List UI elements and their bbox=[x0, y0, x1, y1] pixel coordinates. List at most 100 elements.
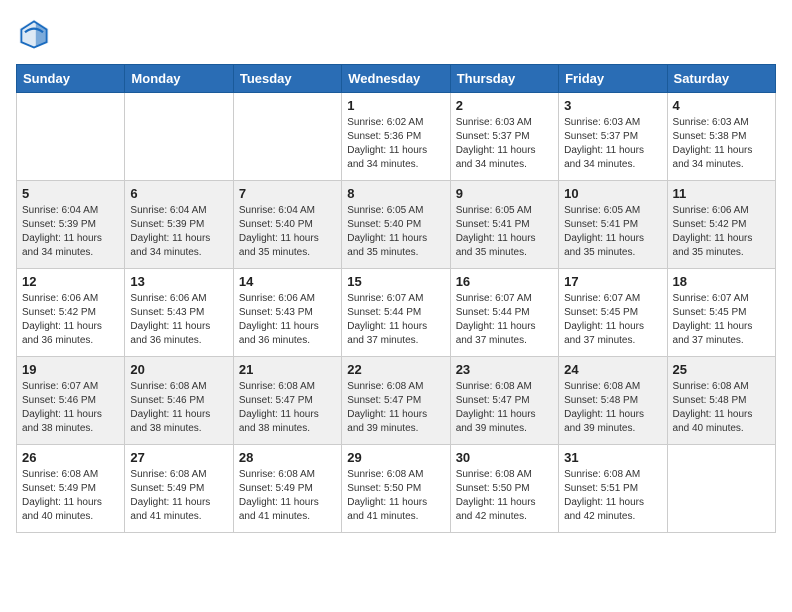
calendar-cell: 5 Sunrise: 6:04 AM Sunset: 5:39 PM Daylig… bbox=[17, 181, 125, 269]
calendar-cell: 12 Sunrise: 6:06 AM Sunset: 5:42 PM Dayli… bbox=[17, 269, 125, 357]
day-info: Sunrise: 6:08 AM Sunset: 5:50 PM Dayligh… bbox=[456, 468, 553, 524]
calendar-cell: 16 Sunrise: 6:07 AM Sunset: 5:44 PM Dayli… bbox=[450, 269, 558, 357]
day-number: 10 bbox=[564, 186, 661, 201]
weekday-header-wednesday: Wednesday bbox=[342, 65, 450, 93]
day-info: Sunrise: 6:07 AM Sunset: 5:45 PM Dayligh… bbox=[673, 292, 770, 348]
day-number: 15 bbox=[347, 274, 444, 289]
weekday-header-thursday: Thursday bbox=[450, 65, 558, 93]
weekday-header-monday: Monday bbox=[125, 65, 233, 93]
day-info: Sunrise: 6:07 AM Sunset: 5:46 PM Dayligh… bbox=[22, 380, 119, 436]
calendar-cell bbox=[17, 93, 125, 181]
day-info: Sunrise: 6:06 AM Sunset: 5:43 PM Dayligh… bbox=[130, 292, 227, 348]
weekday-header-row: SundayMondayTuesdayWednesdayThursdayFrid… bbox=[17, 65, 776, 93]
day-number: 3 bbox=[564, 98, 661, 113]
day-number: 18 bbox=[673, 274, 770, 289]
calendar-cell: 9 Sunrise: 6:05 AM Sunset: 5:41 PM Daylig… bbox=[450, 181, 558, 269]
calendar-cell: 18 Sunrise: 6:07 AM Sunset: 5:45 PM Dayli… bbox=[667, 269, 775, 357]
day-number: 20 bbox=[130, 362, 227, 377]
day-info: Sunrise: 6:08 AM Sunset: 5:48 PM Dayligh… bbox=[673, 380, 770, 436]
day-info: Sunrise: 6:08 AM Sunset: 5:49 PM Dayligh… bbox=[22, 468, 119, 524]
calendar-cell: 13 Sunrise: 6:06 AM Sunset: 5:43 PM Dayli… bbox=[125, 269, 233, 357]
calendar-cell: 6 Sunrise: 6:04 AM Sunset: 5:39 PM Daylig… bbox=[125, 181, 233, 269]
calendar-cell bbox=[125, 93, 233, 181]
weekday-header-tuesday: Tuesday bbox=[233, 65, 341, 93]
calendar-cell: 11 Sunrise: 6:06 AM Sunset: 5:42 PM Dayli… bbox=[667, 181, 775, 269]
calendar-cell: 22Sunrise: 6:08 AM Sunset: 5:47 PM Dayli… bbox=[342, 357, 450, 445]
day-info: Sunrise: 6:06 AM Sunset: 5:42 PM Dayligh… bbox=[673, 204, 770, 260]
day-number: 7 bbox=[239, 186, 336, 201]
calendar-cell: 24 Sunrise: 6:08 AM Sunset: 5:48 PM Dayli… bbox=[559, 357, 667, 445]
day-info: Sunrise: 6:04 AM Sunset: 5:40 PM Dayligh… bbox=[239, 204, 336, 260]
weekday-header-saturday: Saturday bbox=[667, 65, 775, 93]
day-info: Sunrise: 6:08 AM Sunset: 5:49 PM Dayligh… bbox=[239, 468, 336, 524]
day-number: 4 bbox=[673, 98, 770, 113]
calendar-week-1: 1 Sunrise: 6:02 AM Sunset: 5:36 PM Daylig… bbox=[17, 93, 776, 181]
day-info: Sunrise: 6:08 AM Sunset: 5:50 PM Dayligh… bbox=[347, 468, 444, 524]
day-info: Sunrise: 6:04 AM Sunset: 5:39 PM Dayligh… bbox=[130, 204, 227, 260]
calendar-week-2: 5 Sunrise: 6:04 AM Sunset: 5:39 PM Daylig… bbox=[17, 181, 776, 269]
day-number: 13 bbox=[130, 274, 227, 289]
day-info: Sunrise: 6:06 AM Sunset: 5:42 PM Dayligh… bbox=[22, 292, 119, 348]
calendar-cell: 25 Sunrise: 6:08 AM Sunset: 5:48 PM Dayli… bbox=[667, 357, 775, 445]
day-info: Sunrise: 6:08 AM Sunset: 5:49 PM Dayligh… bbox=[130, 468, 227, 524]
day-number: 29 bbox=[347, 450, 444, 465]
day-number: 14 bbox=[239, 274, 336, 289]
day-number: 25 bbox=[673, 362, 770, 377]
day-number: 8 bbox=[347, 186, 444, 201]
day-info: Sunrise: 6:03 AM Sunset: 5:37 PM Dayligh… bbox=[456, 116, 553, 172]
day-info: Sunrise: 6:08 AM Sunset: 5:47 PM Dayligh… bbox=[239, 380, 336, 436]
calendar-week-3: 12 Sunrise: 6:06 AM Sunset: 5:42 PM Dayli… bbox=[17, 269, 776, 357]
day-number: 2 bbox=[456, 98, 553, 113]
day-info: Sunrise: 6:05 AM Sunset: 5:41 PM Dayligh… bbox=[564, 204, 661, 260]
calendar-cell: 7 Sunrise: 6:04 AM Sunset: 5:40 PM Daylig… bbox=[233, 181, 341, 269]
logo bbox=[16, 16, 58, 52]
day-info: Sunrise: 6:08 AM Sunset: 5:51 PM Dayligh… bbox=[564, 468, 661, 524]
day-info: Sunrise: 6:08 AM Sunset: 5:46 PM Dayligh… bbox=[130, 380, 227, 436]
calendar-cell: 30 Sunrise: 6:08 AM Sunset: 5:50 PM Dayli… bbox=[450, 445, 558, 533]
calendar-week-4: 19Sunrise: 6:07 AM Sunset: 5:46 PM Dayli… bbox=[17, 357, 776, 445]
calendar-cell bbox=[233, 93, 341, 181]
logo-icon bbox=[16, 16, 52, 52]
day-info: Sunrise: 6:08 AM Sunset: 5:48 PM Dayligh… bbox=[564, 380, 661, 436]
calendar-cell: 2 Sunrise: 6:03 AM Sunset: 5:37 PM Daylig… bbox=[450, 93, 558, 181]
calendar-cell: 29 Sunrise: 6:08 AM Sunset: 5:50 PM Dayli… bbox=[342, 445, 450, 533]
day-info: Sunrise: 6:06 AM Sunset: 5:43 PM Dayligh… bbox=[239, 292, 336, 348]
day-number: 24 bbox=[564, 362, 661, 377]
day-number: 12 bbox=[22, 274, 119, 289]
calendar-cell: 1 Sunrise: 6:02 AM Sunset: 5:36 PM Daylig… bbox=[342, 93, 450, 181]
day-info: Sunrise: 6:08 AM Sunset: 5:47 PM Dayligh… bbox=[347, 380, 444, 436]
calendar-cell: 17 Sunrise: 6:07 AM Sunset: 5:45 PM Dayli… bbox=[559, 269, 667, 357]
day-info: Sunrise: 6:04 AM Sunset: 5:39 PM Dayligh… bbox=[22, 204, 119, 260]
day-number: 9 bbox=[456, 186, 553, 201]
day-number: 1 bbox=[347, 98, 444, 113]
day-number: 30 bbox=[456, 450, 553, 465]
calendar-cell: 4 Sunrise: 6:03 AM Sunset: 5:38 PM Daylig… bbox=[667, 93, 775, 181]
day-number: 17 bbox=[564, 274, 661, 289]
day-info: Sunrise: 6:07 AM Sunset: 5:44 PM Dayligh… bbox=[456, 292, 553, 348]
day-info: Sunrise: 6:07 AM Sunset: 5:45 PM Dayligh… bbox=[564, 292, 661, 348]
calendar-cell: 21 Sunrise: 6:08 AM Sunset: 5:47 PM Dayli… bbox=[233, 357, 341, 445]
day-number: 6 bbox=[130, 186, 227, 201]
weekday-header-friday: Friday bbox=[559, 65, 667, 93]
calendar-cell: 15 Sunrise: 6:07 AM Sunset: 5:44 PM Dayli… bbox=[342, 269, 450, 357]
day-number: 27 bbox=[130, 450, 227, 465]
day-info: Sunrise: 6:03 AM Sunset: 5:37 PM Dayligh… bbox=[564, 116, 661, 172]
calendar-cell: 28Sunrise: 6:08 AM Sunset: 5:49 PM Dayli… bbox=[233, 445, 341, 533]
calendar-cell: 23 Sunrise: 6:08 AM Sunset: 5:47 PM Dayli… bbox=[450, 357, 558, 445]
day-number: 21 bbox=[239, 362, 336, 377]
day-info: Sunrise: 6:05 AM Sunset: 5:40 PM Dayligh… bbox=[347, 204, 444, 260]
day-info: Sunrise: 6:03 AM Sunset: 5:38 PM Dayligh… bbox=[673, 116, 770, 172]
day-number: 23 bbox=[456, 362, 553, 377]
day-info: Sunrise: 6:05 AM Sunset: 5:41 PM Dayligh… bbox=[456, 204, 553, 260]
calendar-cell: 19Sunrise: 6:07 AM Sunset: 5:46 PM Dayli… bbox=[17, 357, 125, 445]
day-info: Sunrise: 6:07 AM Sunset: 5:44 PM Dayligh… bbox=[347, 292, 444, 348]
calendar-cell: 14 Sunrise: 6:06 AM Sunset: 5:43 PM Dayli… bbox=[233, 269, 341, 357]
day-info: Sunrise: 6:02 AM Sunset: 5:36 PM Dayligh… bbox=[347, 116, 444, 172]
calendar-week-5: 26Sunrise: 6:08 AM Sunset: 5:49 PM Dayli… bbox=[17, 445, 776, 533]
day-info: Sunrise: 6:08 AM Sunset: 5:47 PM Dayligh… bbox=[456, 380, 553, 436]
day-number: 5 bbox=[22, 186, 119, 201]
calendar-table: SundayMondayTuesdayWednesdayThursdayFrid… bbox=[16, 64, 776, 533]
day-number: 11 bbox=[673, 186, 770, 201]
calendar-cell: 3 Sunrise: 6:03 AM Sunset: 5:37 PM Daylig… bbox=[559, 93, 667, 181]
day-number: 16 bbox=[456, 274, 553, 289]
